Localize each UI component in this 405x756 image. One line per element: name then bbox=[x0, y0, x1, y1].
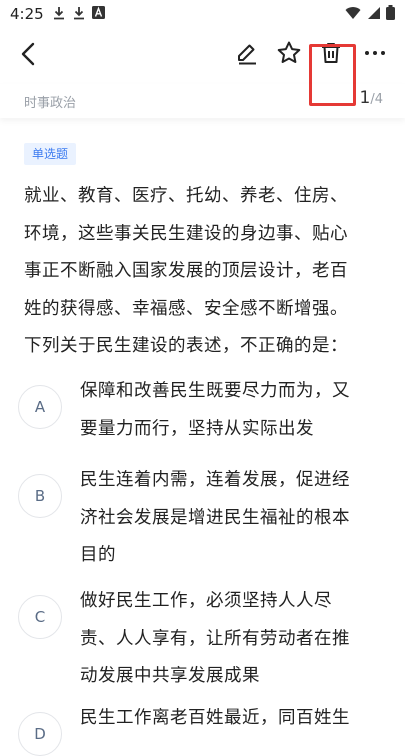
option-text: 保障和改善民生既要尽力而为，又 要量力而行，坚持从实际出发 bbox=[80, 373, 380, 448]
question-line: 事正不断融入国家发展的顶层设计，老百 bbox=[24, 261, 348, 281]
status-bar: 4:25 bbox=[0, 0, 405, 28]
download-icon bbox=[72, 6, 86, 20]
question-subheader: 时事政治 1/4 bbox=[0, 84, 405, 118]
option-line: 目的 bbox=[80, 545, 116, 565]
option-letter-circle: A bbox=[18, 385, 62, 429]
option-line: 民生工作离老百姓最近，同百姓生 bbox=[80, 708, 350, 728]
status-time: 4:25 bbox=[10, 5, 44, 23]
option-letter-circle: C bbox=[18, 595, 62, 639]
option-line: 济社会发展是增进民生福祉的根本 bbox=[80, 507, 350, 528]
font-icon bbox=[92, 6, 105, 20]
question-line: 就业、教育、医疗、托幼、养老、住房、 bbox=[24, 186, 348, 206]
option-line: 做好民生工作，必须坚持人人尽 bbox=[80, 591, 332, 611]
question-line: 下列关于民生建设的表述，不正确的是： bbox=[24, 336, 348, 356]
total-count: /4 bbox=[370, 92, 383, 107]
download-icon bbox=[52, 6, 66, 20]
signal-icon bbox=[367, 6, 380, 20]
more-button[interactable] bbox=[360, 38, 390, 68]
option-text: 民生工作离老百姓最近，同百姓生 bbox=[80, 700, 380, 738]
status-notification-icons bbox=[52, 6, 105, 20]
question-stem: 就业、教育、医疗、托幼、养老、住房、 环境，这些事关民生建设的身边事、贴心 事正… bbox=[24, 178, 384, 366]
option-text: 民生连着内需，连着发展，促进经 济社会发展是增进民生福祉的根本 目的 bbox=[80, 462, 380, 575]
option-letter-circle: B bbox=[18, 474, 62, 518]
question-line: 姓的获得感、幸福感、安全感不断增强。 bbox=[24, 298, 348, 319]
option-line: 民生连着内需，连着发展，促进经 bbox=[80, 470, 350, 490]
option-line: 动发展中共享发展成果 bbox=[80, 666, 260, 686]
question-type-tag: 单选题 bbox=[24, 143, 77, 165]
option-text: 做好民生工作，必须坚持人人尽 责、人人享有，让所有劳动者在推 动发展中共享发展成… bbox=[80, 583, 380, 696]
question-line: 环境，这些事关民生建设的身边事、贴心 bbox=[24, 223, 348, 244]
system-icons bbox=[345, 5, 395, 20]
star-icon bbox=[277, 41, 301, 63]
option-line: 保障和改善民生既要尽力而为，又 bbox=[80, 381, 350, 401]
current-index: 1 bbox=[359, 88, 371, 108]
edit-button[interactable] bbox=[232, 38, 262, 68]
more-icon bbox=[365, 51, 385, 55]
option-line: 要量力而行，坚持从实际出发 bbox=[80, 418, 314, 439]
favorite-button[interactable] bbox=[274, 38, 304, 68]
wifi-icon bbox=[345, 6, 361, 20]
question-pager: 1/4 bbox=[360, 88, 383, 108]
back-button[interactable] bbox=[14, 39, 44, 69]
battery-icon bbox=[386, 5, 395, 20]
category-label: 时事政治 bbox=[24, 96, 77, 111]
edit-icon bbox=[238, 44, 256, 65]
back-arrow-icon bbox=[21, 42, 35, 66]
option-letter-circle: D bbox=[18, 712, 62, 756]
option-line: 责、人人享有，让所有劳动者在推 bbox=[80, 628, 350, 649]
toolbar bbox=[0, 30, 405, 106]
